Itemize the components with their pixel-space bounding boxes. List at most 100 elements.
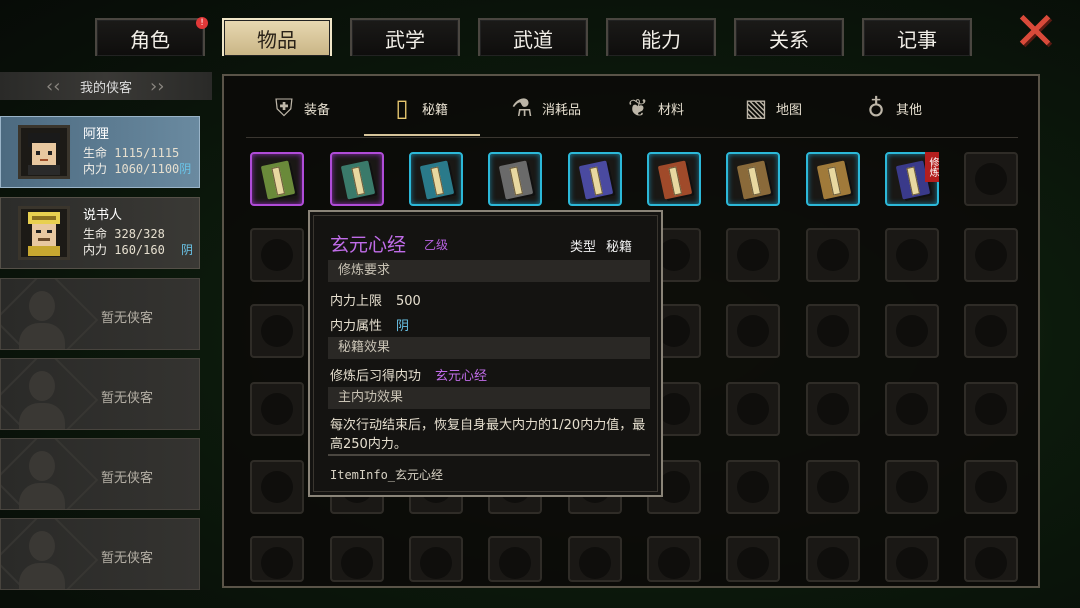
member-attr: 阴 [181,243,194,257]
close-icon[interactable]: ✕ [1012,6,1058,58]
member-hp: 生命 328/328 [83,227,165,241]
subtab-materials[interactable]: ❦ 材料 [624,86,684,130]
empty-inventory-slot[interactable] [806,460,860,514]
empty-inventory-slot[interactable] [964,304,1018,358]
empty-inventory-slot[interactable] [806,536,860,582]
empty-inventory-slot[interactable] [885,228,939,282]
tab-relations-label: 关系 [769,27,809,52]
hero-portrait-icon [28,133,60,175]
empty-inventory-slot[interactable] [250,460,304,514]
empty-inventory-slot[interactable] [964,228,1018,282]
empty-inventory-slot[interactable] [250,304,304,358]
tab-journal[interactable]: 记事 [862,18,972,56]
empty-inventory-slot[interactable] [885,382,939,436]
empty-inventory-slot[interactable] [330,536,384,582]
empty-inventory-slot[interactable] [964,382,1018,436]
avatar [18,206,70,260]
empty-inventory-slot[interactable] [806,228,860,282]
tab-martial-arts-label: 武学 [385,27,425,52]
tab-abilities[interactable]: 能力 [606,18,716,56]
inventory-item-slot[interactable] [806,152,860,206]
empty-inventory-slot[interactable] [885,304,939,358]
effect-header: 秘籍效果 [328,337,650,359]
inventory-item-slot[interactable] [409,152,463,206]
empty-inventory-slot[interactable] [409,536,463,582]
tab-journal-label: 记事 [897,27,937,52]
subtab-manuals[interactable]: ▯ 秘籍 [388,86,448,130]
member-mp: 内力 1060/1100阴 [83,162,192,176]
tab-character[interactable]: 角色 ! [95,17,208,56]
empty-inventory-slot[interactable] [806,382,860,436]
empty-slot-label: 暂无侠客 [101,471,154,486]
tab-abilities-label: 能力 [641,27,681,52]
divider [328,454,650,456]
empty-inventory-slot[interactable] [726,382,780,436]
divider [246,137,1018,138]
member-mp: 内力 160/160 阴 [83,243,194,257]
chevron-left-icon[interactable]: ‹‹ [46,76,60,97]
scroll-book-icon: ▯ [395,94,409,122]
armor-icon: ⛨ [275,94,293,122]
member-name: 说书人 [83,208,123,223]
empty-inventory-slot[interactable] [250,536,304,582]
silhouette-icon [29,531,55,561]
roster-empty-slot[interactable]: 暂无侠客 [0,518,200,590]
subtab-equipment[interactable]: ⛨ 装备 [270,86,330,130]
silhouette-icon [29,291,55,321]
chevron-right-icon[interactable]: ›› [150,76,164,97]
empty-inventory-slot[interactable] [488,536,542,582]
subtab-consumables[interactable]: ⚗ 消耗品 [508,86,581,130]
avatar [18,125,70,179]
empty-inventory-slot[interactable] [250,382,304,436]
empty-inventory-slot[interactable] [568,536,622,582]
empty-inventory-slot[interactable] [964,460,1018,514]
potion-icon: ⚗ [511,94,533,122]
effect-line: 修炼后习得内功 玄元心经 [330,369,488,384]
member-hp: 生命 1115/1115 [83,146,180,160]
silhouette-icon [29,371,55,401]
roster-empty-slot[interactable]: 暂无侠客 [0,438,200,510]
roster-empty-slot[interactable]: 暂无侠客 [0,278,200,350]
subtab-others[interactable]: ♁ 其他 [862,86,922,130]
silhouette-icon [29,451,55,481]
top-tab-bar: 角色 ! 物品 武学 武道 能力 关系 记事 ✕ [0,0,1080,60]
item-name: 玄元心经 [330,234,407,256]
empty-inventory-slot[interactable] [250,228,304,282]
tab-martial-way[interactable]: 武道 [478,18,588,56]
empty-inventory-slot[interactable] [964,536,1018,582]
inventory-item-slot[interactable] [726,152,780,206]
item-type: 类型 秘籍 [570,240,633,255]
sub-tab-bar: ⛨ 装备 ▯ 秘籍 ⚗ 消耗品 ❦ 材料 ▧ 地图 ♁ 其他 [224,76,1038,138]
inventory-item-slot[interactable] [250,152,304,206]
inventory-item-slot[interactable] [568,152,622,206]
manual-book-icon [260,160,296,200]
empty-inventory-slot[interactable] [885,536,939,582]
roster-header: ‹‹ 我的侠客 ›› [0,72,212,100]
req-mp-line: 内力上限 500 [330,294,421,309]
empty-inventory-slot[interactable] [964,152,1018,206]
empty-slot-label: 暂无侠客 [101,551,154,566]
manual-book-icon [816,160,852,200]
empty-inventory-slot[interactable] [885,460,939,514]
empty-inventory-slot[interactable] [726,304,780,358]
tab-items[interactable]: 物品 [222,18,332,56]
empty-inventory-slot[interactable] [726,460,780,514]
inventory-item-slot[interactable] [488,152,542,206]
roster-member-storyteller[interactable]: 说书人 生命 328/328 内力 160/160 阴 [0,197,200,269]
empty-inventory-slot[interactable] [647,536,701,582]
tab-martial-way-label: 武道 [513,27,553,52]
roster-empty-slot[interactable]: 暂无侠客 [0,358,200,430]
subtab-maps[interactable]: ▧ 地图 [742,86,802,130]
empty-inventory-slot[interactable] [726,228,780,282]
inventory-item-slot[interactable] [330,152,384,206]
empty-inventory-slot[interactable] [726,536,780,582]
tab-relations[interactable]: 关系 [734,18,844,56]
manual-book-icon [419,160,455,200]
active-tab-indicator [364,134,480,136]
inventory-item-slot[interactable]: 修炼 [885,152,939,206]
herb-icon: ❦ [627,94,649,122]
tab-martial-arts[interactable]: 武学 [350,18,460,56]
empty-inventory-slot[interactable] [806,304,860,358]
inventory-item-slot[interactable] [647,152,701,206]
roster-member-ali[interactable]: 阿狸 生命 1115/1115 内力 1060/1100阴 [0,116,200,188]
